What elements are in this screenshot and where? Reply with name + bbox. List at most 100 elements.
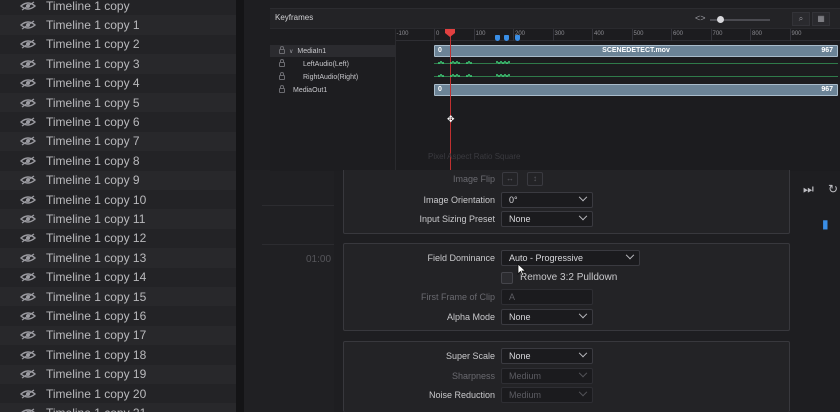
bookmark-icon[interactable]: ▮ <box>822 217 829 231</box>
eye-icon[interactable] <box>20 156 36 166</box>
audio-keyframe[interactable] <box>442 75 444 77</box>
tree-item-mediain[interactable]: ∨ MediaIn1 <box>270 45 396 57</box>
image-orientation-dropdown[interactable]: 0° <box>501 192 593 208</box>
keyframes-title: Keyframes <box>275 13 314 22</box>
timeline-list-item[interactable]: Timeline 1 copy 7 <box>0 131 236 152</box>
audio-keyframe[interactable] <box>470 75 472 77</box>
audio-keyframe[interactable] <box>508 74 510 76</box>
timeline-list-item[interactable]: Timeline 1 copy 5 <box>0 93 236 113</box>
marker-icon[interactable] <box>515 35 520 41</box>
flip-horizontal-button[interactable]: ↔ <box>502 172 518 186</box>
timeline-list-item[interactable]: Timeline 1 copy 20 <box>0 384 236 403</box>
timeline-list-item[interactable]: Timeline 1 copy 6 <box>0 112 236 131</box>
eye-icon[interactable] <box>20 292 36 302</box>
eye-icon[interactable] <box>20 78 36 88</box>
timeline-list-item[interactable]: Timeline 1 copy 11 <box>0 209 236 229</box>
noise-reduction-label: Noise Reduction <box>428 390 495 400</box>
time-ruler[interactable]: -100 0 100 200 300 400 500 600 700 800 900 <box>396 29 840 41</box>
timeline-name: Timeline 1 copy 4 <box>46 76 140 91</box>
timeline-list-item[interactable]: Timeline 1 copy 10 <box>0 190 236 209</box>
tree-item-mediaout[interactable]: MediaOut1 <box>270 84 396 96</box>
eye-icon[interactable] <box>20 175 36 185</box>
next-frame-icon[interactable]: ⏭ <box>803 182 814 197</box>
timeline-list-item[interactable]: Timeline 1 copy 3 <box>0 54 236 74</box>
lock-icon[interactable] <box>279 71 285 80</box>
eye-icon[interactable] <box>20 253 36 263</box>
lock-icon[interactable] <box>279 58 285 67</box>
remove-pulldown-checkbox[interactable] <box>501 272 513 284</box>
eye-icon[interactable] <box>20 233 36 243</box>
eye-icon[interactable] <box>20 272 36 282</box>
timeline-list-item[interactable]: Timeline 1 copy 1 <box>0 15 236 35</box>
eye-icon[interactable] <box>20 39 36 49</box>
viewer-strip <box>244 170 334 412</box>
eye-icon[interactable] <box>20 20 36 30</box>
playhead-line[interactable] <box>450 29 451 171</box>
timeline-list-item[interactable]: Timeline 1 copy 21 <box>0 403 236 412</box>
clip-bar-mediaout[interactable]: 0 967 <box>434 84 838 96</box>
ruler-tick-label: 300 <box>554 31 565 37</box>
layout-icon[interactable]: ▦ <box>812 12 830 26</box>
lock-icon[interactable] <box>279 45 285 54</box>
timeline-list-item[interactable]: Timeline 1 copy <box>0 0 236 15</box>
eye-icon[interactable] <box>20 369 36 379</box>
first-frame-dropdown[interactable]: A <box>501 289 593 305</box>
super-scale-dropdown[interactable]: None <box>501 348 593 364</box>
timeline-list-item[interactable]: Timeline 1 copy 19 <box>0 364 236 384</box>
eye-icon[interactable] <box>20 389 36 399</box>
ruler-tick <box>513 29 514 41</box>
timeline-list-item[interactable]: Timeline 1 copy 14 <box>0 268 236 287</box>
timeline-list-item[interactable]: Timeline 1 copy 16 <box>0 306 236 325</box>
chevron-down-icon[interactable]: ∨ <box>289 48 293 55</box>
loop-icon[interactable]: ↻ <box>828 182 838 196</box>
timeline-name: Timeline 1 copy 7 <box>46 134 140 149</box>
eye-icon[interactable] <box>20 1 36 11</box>
timeline-list-item[interactable]: Timeline 1 copy 8 <box>0 151 236 170</box>
image-orientation-label: Image Orientation <box>423 195 495 205</box>
eye-icon[interactable] <box>20 98 36 108</box>
timeline-list-item[interactable]: Timeline 1 copy 9 <box>0 170 236 190</box>
timeline-list-item[interactable]: Timeline 1 copy 2 <box>0 35 236 54</box>
marker-icon[interactable] <box>504 35 509 41</box>
audio-keyframe[interactable] <box>508 61 510 63</box>
eye-icon[interactable] <box>20 214 36 224</box>
audio-keyframe[interactable] <box>458 62 460 64</box>
zoom-slider-handle[interactable] <box>717 16 724 23</box>
tree-item-leftaudio[interactable]: LeftAudio(Left) <box>270 58 396 70</box>
sharpness-dropdown[interactable]: Medium <box>501 368 593 384</box>
zoom-icon[interactable]: ⌕ <box>792 12 810 26</box>
ruler-tick-label: 400 <box>594 31 605 37</box>
eye-icon[interactable] <box>20 59 36 69</box>
panel-divider[interactable] <box>236 0 244 412</box>
eye-icon[interactable] <box>20 311 36 321</box>
timeline-list-item[interactable]: Timeline 1 copy 18 <box>0 345 236 364</box>
timeline-list-item[interactable]: Timeline 1 copy 15 <box>0 287 236 307</box>
dropdown-value: None <box>509 351 531 361</box>
timeline-list-item[interactable]: Timeline 1 copy 13 <box>0 248 236 268</box>
timeline-list-item[interactable]: Timeline 1 copy 12 <box>0 229 236 248</box>
flip-vertical-button[interactable]: ↕ <box>527 172 543 186</box>
eye-icon[interactable] <box>20 330 36 340</box>
eye-icon[interactable] <box>20 136 36 146</box>
tree-item-rightaudio[interactable]: RightAudio(Right) <box>270 71 396 83</box>
fit-width-icon[interactable]: <> <box>695 13 706 23</box>
timeline-name: Timeline 1 copy 9 <box>46 173 140 188</box>
timeline-list-item[interactable]: Timeline 1 copy 17 <box>0 325 236 346</box>
noise-reduction-dropdown[interactable]: Medium <box>501 387 593 403</box>
alpha-mode-dropdown[interactable]: None <box>501 309 593 325</box>
clip-bar-mediain[interactable]: 0 SCENEDETECT.mov 967 <box>434 45 838 57</box>
audio-keyframe[interactable] <box>442 62 444 64</box>
eye-icon[interactable] <box>20 117 36 127</box>
marker-icon[interactable] <box>495 35 500 41</box>
audio-keyframe[interactable] <box>470 62 472 64</box>
eye-icon[interactable] <box>20 350 36 360</box>
input-sizing-dropdown[interactable]: None <box>501 211 593 227</box>
keyframes-timeline[interactable]: -100 0 100 200 300 400 500 600 700 800 900 0 SCENE… <box>396 29 840 171</box>
audio-keyframe[interactable] <box>458 75 460 77</box>
dropdown-value: 0° <box>509 195 518 205</box>
eye-icon[interactable] <box>20 195 36 205</box>
lock-icon[interactable] <box>279 84 285 93</box>
eye-icon[interactable] <box>20 408 36 412</box>
chevron-down-icon <box>578 192 588 202</box>
timeline-list-item[interactable]: Timeline 1 copy 4 <box>0 74 236 93</box>
